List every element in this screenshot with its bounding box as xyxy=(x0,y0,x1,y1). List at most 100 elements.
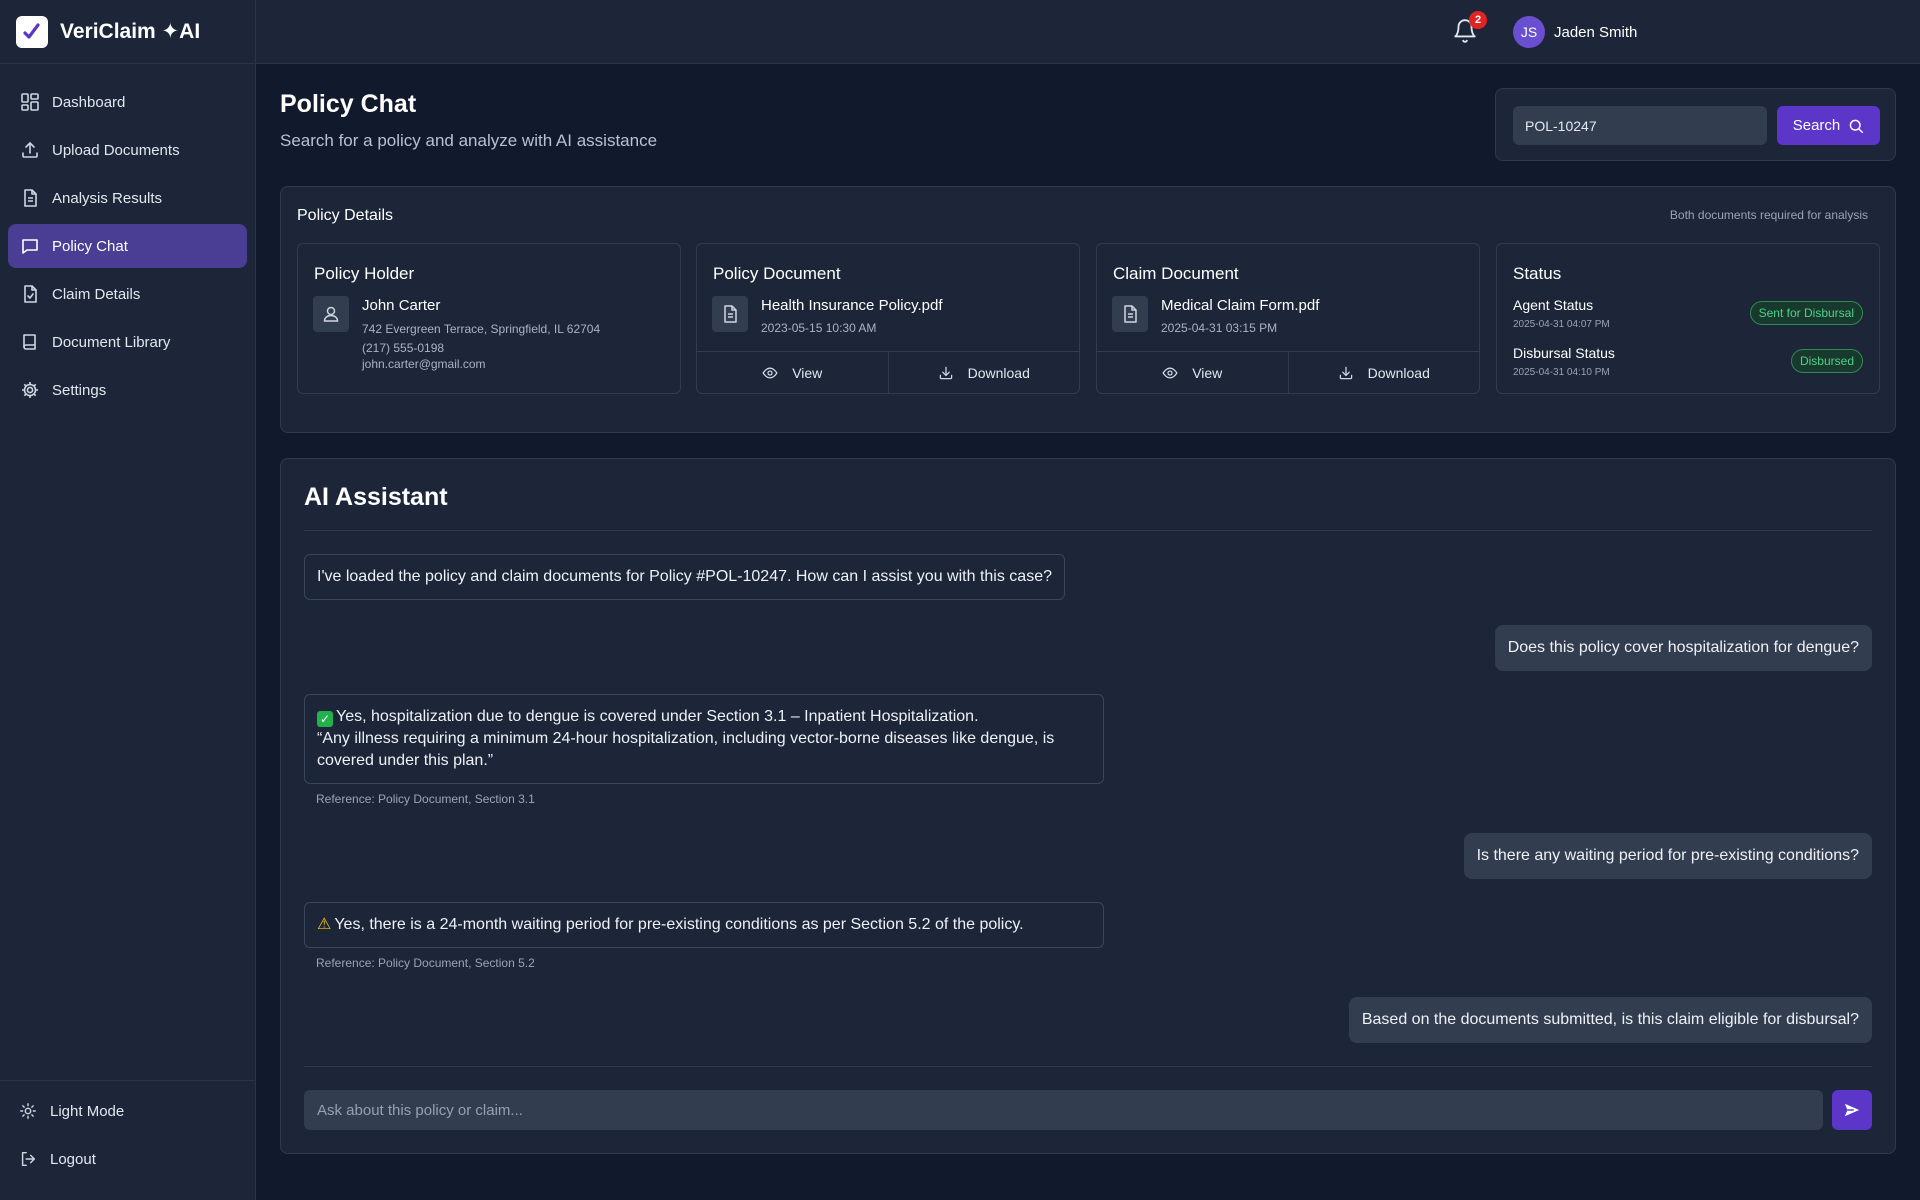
policy-details-note: Both documents required for analysis xyxy=(1669,208,1868,222)
claim-file-name: Medical Claim Form.pdf xyxy=(1161,297,1320,314)
status-badge: Sent for Disbursal xyxy=(1749,301,1863,325)
logout-label: Logout xyxy=(50,1150,96,1168)
sun-icon xyxy=(18,1101,38,1121)
chat-icon xyxy=(20,236,40,256)
dashboard-icon xyxy=(20,92,40,112)
check-icon: ✓ xyxy=(317,711,333,727)
assistant-message: ✓ Yes, hospitalization due to dengue is c… xyxy=(304,694,1104,784)
download-icon xyxy=(1339,366,1352,379)
card-actions: View Download xyxy=(1097,351,1479,393)
policy-holder-card: Policy Holder John Carter 742 Evergreen … xyxy=(297,243,681,394)
message-reference: Reference: Policy Document, Section 5.2 xyxy=(316,956,535,970)
view-label: View xyxy=(792,364,823,381)
policy-file-name: Health Insurance Policy.pdf xyxy=(761,297,943,314)
message-text: Yes, there is a 24-month waiting period … xyxy=(334,916,1024,933)
view-claim-button[interactable]: View xyxy=(1097,352,1288,393)
file-check-icon xyxy=(20,284,40,304)
policy-file-date: 2023-05-15 10:30 AM xyxy=(761,321,877,335)
agent-status-label: Agent Status xyxy=(1513,297,1594,313)
light-mode-label: Light Mode xyxy=(50,1102,125,1120)
avatar: JS xyxy=(1513,16,1545,48)
sidebar-footer: Light Mode Logout xyxy=(0,1080,256,1200)
sidebar: VeriClaim ✦AI Dashboard Upload Documents… xyxy=(0,0,256,1200)
document-icon xyxy=(1112,296,1148,332)
message-text: Yes, hospitalization due to dengue is co… xyxy=(336,708,979,725)
view-label: View xyxy=(1192,364,1223,381)
card-title: Claim Document xyxy=(1113,264,1239,283)
ai-assistant-panel: AI Assistant I've loaded the policy and … xyxy=(280,458,1896,1154)
light-mode-toggle[interactable]: Light Mode xyxy=(8,1089,248,1133)
document-icon xyxy=(712,296,748,332)
gear-icon xyxy=(20,380,40,400)
holder-email: john.carter@gmail.com xyxy=(362,357,486,371)
file-text-icon xyxy=(20,188,40,208)
sidebar-item-label: Policy Chat xyxy=(52,237,128,255)
holder-address: 742 Evergreen Terrace, Springfield, IL 6… xyxy=(362,322,601,336)
brand[interactable]: VeriClaim ✦AI xyxy=(0,0,255,64)
card-title: Status xyxy=(1513,264,1562,283)
download-label: Download xyxy=(1367,364,1430,381)
user-icon xyxy=(313,296,349,332)
policy-document-card: Policy Document Health Insurance Policy.… xyxy=(696,243,1080,394)
policy-details-title: Policy Details xyxy=(297,207,394,224)
view-policy-button[interactable]: View xyxy=(697,352,888,393)
download-policy-button[interactable]: Download xyxy=(887,352,1080,393)
chat-input[interactable] xyxy=(304,1090,1823,1130)
holder-name: John Carter xyxy=(362,297,441,314)
search-button-label: Search xyxy=(1792,117,1841,134)
assistant-title: AI Assistant xyxy=(304,483,448,511)
agent-status-date: 2025-04-31 04:07 PM xyxy=(1513,319,1610,330)
assistant-message: ⚠ Yes, there is a 24-month waiting period… xyxy=(304,902,1104,948)
user-name: Jaden Smith xyxy=(1554,23,1638,41)
disbursal-status-date: 2025-04-31 04:10 PM xyxy=(1513,367,1610,378)
sidebar-item-dashboard[interactable]: Dashboard xyxy=(8,80,247,124)
user-message: Does this policy cover hospitalization f… xyxy=(1494,625,1872,671)
card-title: Policy Document xyxy=(713,264,841,283)
claim-document-card: Claim Document Medical Claim Form.pdf 20… xyxy=(1096,243,1480,394)
top-bar xyxy=(256,0,1920,64)
message-text: “Any illness requiring a minimum 24-hour… xyxy=(317,730,1055,769)
logout-button[interactable]: Logout xyxy=(8,1137,248,1181)
upload-icon xyxy=(20,140,40,160)
card-actions: View Download xyxy=(697,351,1079,393)
app-name: VeriClaim ✦AI xyxy=(60,20,201,43)
page-subtitle: Search for a policy and analyze with AI … xyxy=(280,131,658,150)
sidebar-item-label: Document Library xyxy=(52,333,171,351)
sidebar-item-analysis-results[interactable]: Analysis Results xyxy=(8,176,247,220)
sidebar-item-settings[interactable]: Settings xyxy=(8,368,247,412)
sidebar-item-claim-details[interactable]: Claim Details xyxy=(8,272,247,316)
send-icon xyxy=(1844,1103,1860,1117)
user-menu[interactable]: JS Jaden Smith xyxy=(1513,16,1637,48)
divider xyxy=(304,1066,1872,1067)
sidebar-item-label: Dashboard xyxy=(52,93,126,111)
claim-file-date: 2025-04-31 03:15 PM xyxy=(1161,321,1278,335)
user-message: Based on the documents submitted, is thi… xyxy=(1348,997,1872,1043)
book-icon xyxy=(20,332,40,352)
policy-search-input[interactable] xyxy=(1513,106,1767,145)
download-label: Download xyxy=(967,364,1030,381)
divider xyxy=(304,530,1872,531)
status-badge: Disbursed xyxy=(1790,349,1863,373)
disbursal-status-label: Disbursal Status xyxy=(1513,345,1615,361)
message-reference: Reference: Policy Document, Section 3.1 xyxy=(316,792,535,806)
sidebar-item-label: Analysis Results xyxy=(52,189,163,207)
eye-icon xyxy=(762,367,778,378)
eye-icon xyxy=(1162,367,1178,378)
download-claim-button[interactable]: Download xyxy=(1287,352,1480,393)
sidebar-item-label: Upload Documents xyxy=(52,141,180,159)
status-card: Status Agent Status 2025-04-31 04:07 PM … xyxy=(1496,243,1880,394)
sidebar-item-label: Settings xyxy=(52,381,107,399)
send-button[interactable] xyxy=(1832,1090,1872,1130)
search-button[interactable]: Search xyxy=(1777,106,1880,145)
sidebar-item-policy-chat[interactable]: Policy Chat xyxy=(8,224,247,268)
search-icon xyxy=(1849,119,1864,133)
search-panel: Search xyxy=(1495,88,1896,161)
warning-icon: ⚠ xyxy=(317,916,332,933)
sidebar-item-upload-documents[interactable]: Upload Documents xyxy=(8,128,247,172)
user-message: Is there any waiting period for pre-exis… xyxy=(1463,833,1872,879)
holder-phone: (217) 555-0198 xyxy=(362,341,445,355)
sidebar-item-document-library[interactable]: Document Library xyxy=(8,320,247,364)
card-title: Policy Holder xyxy=(314,264,415,283)
sidebar-nav: Dashboard Upload Documents Analysis Resu… xyxy=(0,64,255,412)
download-icon xyxy=(939,366,952,379)
